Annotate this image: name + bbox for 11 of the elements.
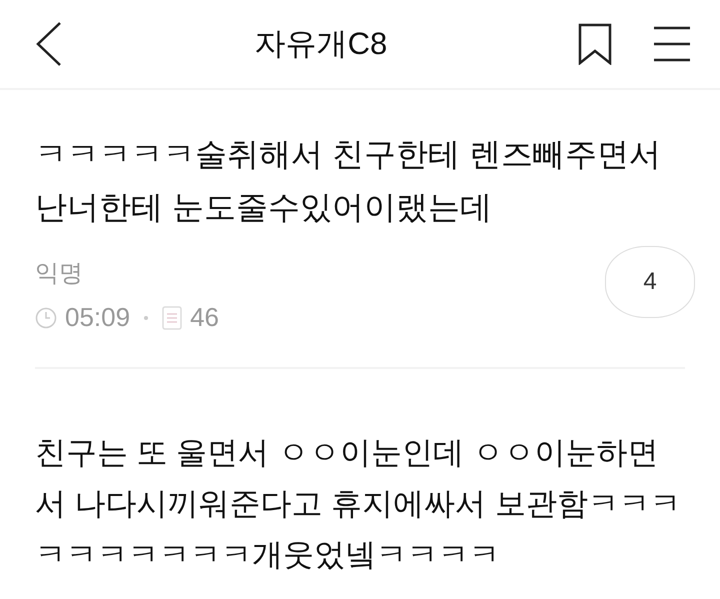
author-name: 익명 bbox=[35, 259, 84, 289]
menu-icon[interactable] bbox=[654, 26, 690, 62]
post-title: ㅋㅋㅋㅋㅋ술취해서 친구한테 렌즈빼주면서 난너한테 눈도줄수있어이랬는데 bbox=[35, 135, 662, 227]
bookmark-icon[interactable] bbox=[578, 23, 612, 65]
comment-count-bubble[interactable]: 4 bbox=[605, 246, 695, 318]
view-count: 46 bbox=[190, 301, 219, 334]
board-title: 자유개C8 bbox=[254, 26, 388, 61]
clock-icon bbox=[35, 306, 57, 328]
post-body: 친구는 또 울면서 ㅇㅇ이눈인데 ㅇㅇ이눈하면서 나다시끼워준다고 휴지에싸서 보관함ㅋㅋㅋㅋㅋㅋㅋㅋㅋㅋ개웃었넼ㅋㅋㅋㅋ bbox=[35, 434, 682, 574]
document-icon bbox=[162, 306, 182, 330]
post-time: 05:09 bbox=[65, 301, 130, 334]
